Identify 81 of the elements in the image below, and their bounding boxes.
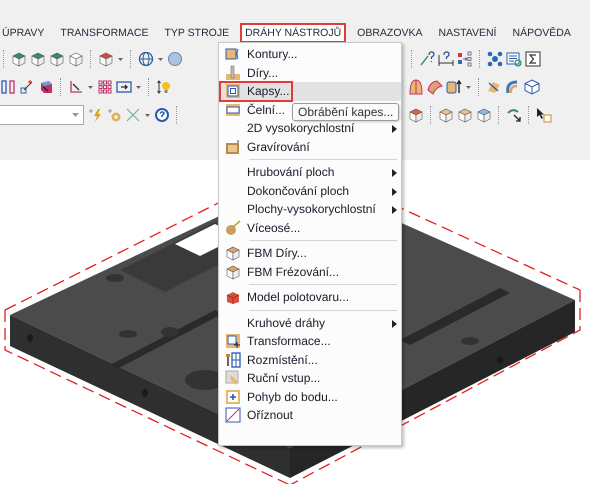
hole [119, 330, 137, 338]
menu-item[interactable]: Víceosé... [219, 218, 401, 237]
facing-icon [225, 102, 241, 118]
submenu-arrow-icon [392, 169, 397, 177]
menu-tab[interactable]: ÚPRAVY [0, 23, 50, 43]
report-icon[interactable] [506, 51, 522, 67]
sphere-icon[interactable] [167, 51, 183, 67]
cursor-icon[interactable] [536, 107, 552, 123]
cube-icon[interactable] [408, 107, 424, 123]
point-arrow-icon[interactable] [19, 79, 35, 95]
menu-item[interactable]: Transformace... [219, 332, 401, 350]
menu-item[interactable]: Kruhové dráhy [219, 314, 401, 332]
menu-item[interactable]: Pohyb do bodu... [219, 388, 401, 406]
hole [461, 337, 479, 345]
contour-icon [225, 46, 241, 62]
cube-icon [225, 264, 241, 280]
ball-tool-icon [225, 220, 241, 236]
network-icon[interactable] [487, 51, 503, 67]
plus-icon [225, 388, 241, 405]
menu-tab[interactable]: DRÁHY NÁSTROJŮ [240, 23, 346, 43]
mesh-box-icon[interactable] [524, 79, 540, 95]
menu-tab[interactable]: TYP STROJE [160, 23, 234, 43]
menu-item[interactable]: Hrubování ploch [219, 163, 401, 182]
submenu-arrow-icon [392, 206, 397, 214]
menu-tab[interactable]: NÁPOVĚDA [507, 23, 576, 43]
menu-item[interactable]: Dokončování ploch [219, 182, 401, 200]
box-arrow-icon[interactable] [38, 79, 54, 95]
distance-query-icon[interactable] [419, 51, 435, 67]
engraving-icon [225, 138, 241, 155]
cube-icon[interactable] [68, 51, 84, 67]
pocket-icon [225, 83, 241, 100]
submenu-arrow-icon [392, 320, 397, 328]
stock-block-icon [225, 289, 241, 306]
hand-icon [225, 370, 241, 386]
cube-icon[interactable] [11, 51, 27, 67]
menu-item[interactable]: Díry... [219, 64, 401, 82]
menu-item[interactable]: 2D vysokorychlostní [219, 119, 401, 138]
columns-icon[interactable] [0, 79, 16, 95]
submenu-arrow-icon [392, 188, 397, 196]
hole [106, 274, 124, 282]
caret-icon [72, 112, 79, 118]
menu-tab[interactable]: TRANSFORMACE [55, 23, 154, 43]
trim-icon [225, 407, 241, 424]
tooltip: Obrábění kapes... [292, 103, 400, 121]
menu-tab[interactable]: NASTAVENÍ [434, 23, 502, 43]
hole [161, 327, 179, 337]
cube-icon [225, 245, 241, 262]
globe-icon[interactable] [138, 51, 154, 67]
arrange-icon[interactable] [457, 51, 473, 67]
toolpath-icon[interactable] [486, 79, 502, 95]
dome-icon[interactable] [408, 79, 424, 95]
cube-icon[interactable] [98, 51, 114, 67]
menu-item[interactable]: FBM Frézování... [219, 262, 401, 281]
drill-icon [225, 64, 241, 81]
light-bulb-icon[interactable] [156, 79, 172, 95]
cube-icon[interactable] [438, 107, 454, 123]
grid-icon[interactable] [97, 79, 113, 95]
dimension-query-icon[interactable] [438, 51, 454, 67]
cylinder-icon[interactable] [446, 79, 462, 95]
menu-item[interactable]: Rozmístění... [219, 350, 401, 369]
menu-item[interactable]: Model polotovaru... [219, 288, 401, 306]
cube-icon[interactable] [476, 107, 492, 123]
corner-arrow-icon[interactable] [68, 79, 84, 95]
arch-icon[interactable] [427, 79, 443, 95]
menu-item[interactable]: Oříznout [219, 406, 401, 424]
sigma-icon[interactable] [525, 51, 541, 67]
cube-icon[interactable] [457, 107, 473, 123]
menu-tab[interactable]: OBRAZOVKA [352, 23, 428, 43]
menu-item[interactable]: Kontury... [219, 45, 401, 64]
transform-icon [225, 333, 241, 350]
cube-icon[interactable] [30, 51, 46, 67]
menu-item[interactable]: Plochy-vysokorychlostní [219, 200, 401, 218]
menu-item[interactable]: FBM Díry... [219, 244, 401, 262]
menu-item[interactable]: Ruční vstup... [219, 369, 401, 388]
help-icon[interactable] [154, 107, 170, 123]
menu-item[interactable]: Kapsy... [219, 82, 401, 100]
menu-item[interactable]: Gravírování [219, 138, 401, 156]
submenu-arrow-icon [392, 125, 397, 133]
cube-icon[interactable] [49, 51, 65, 67]
undo-arrow-icon[interactable] [506, 107, 522, 123]
layout-icon [225, 352, 241, 368]
